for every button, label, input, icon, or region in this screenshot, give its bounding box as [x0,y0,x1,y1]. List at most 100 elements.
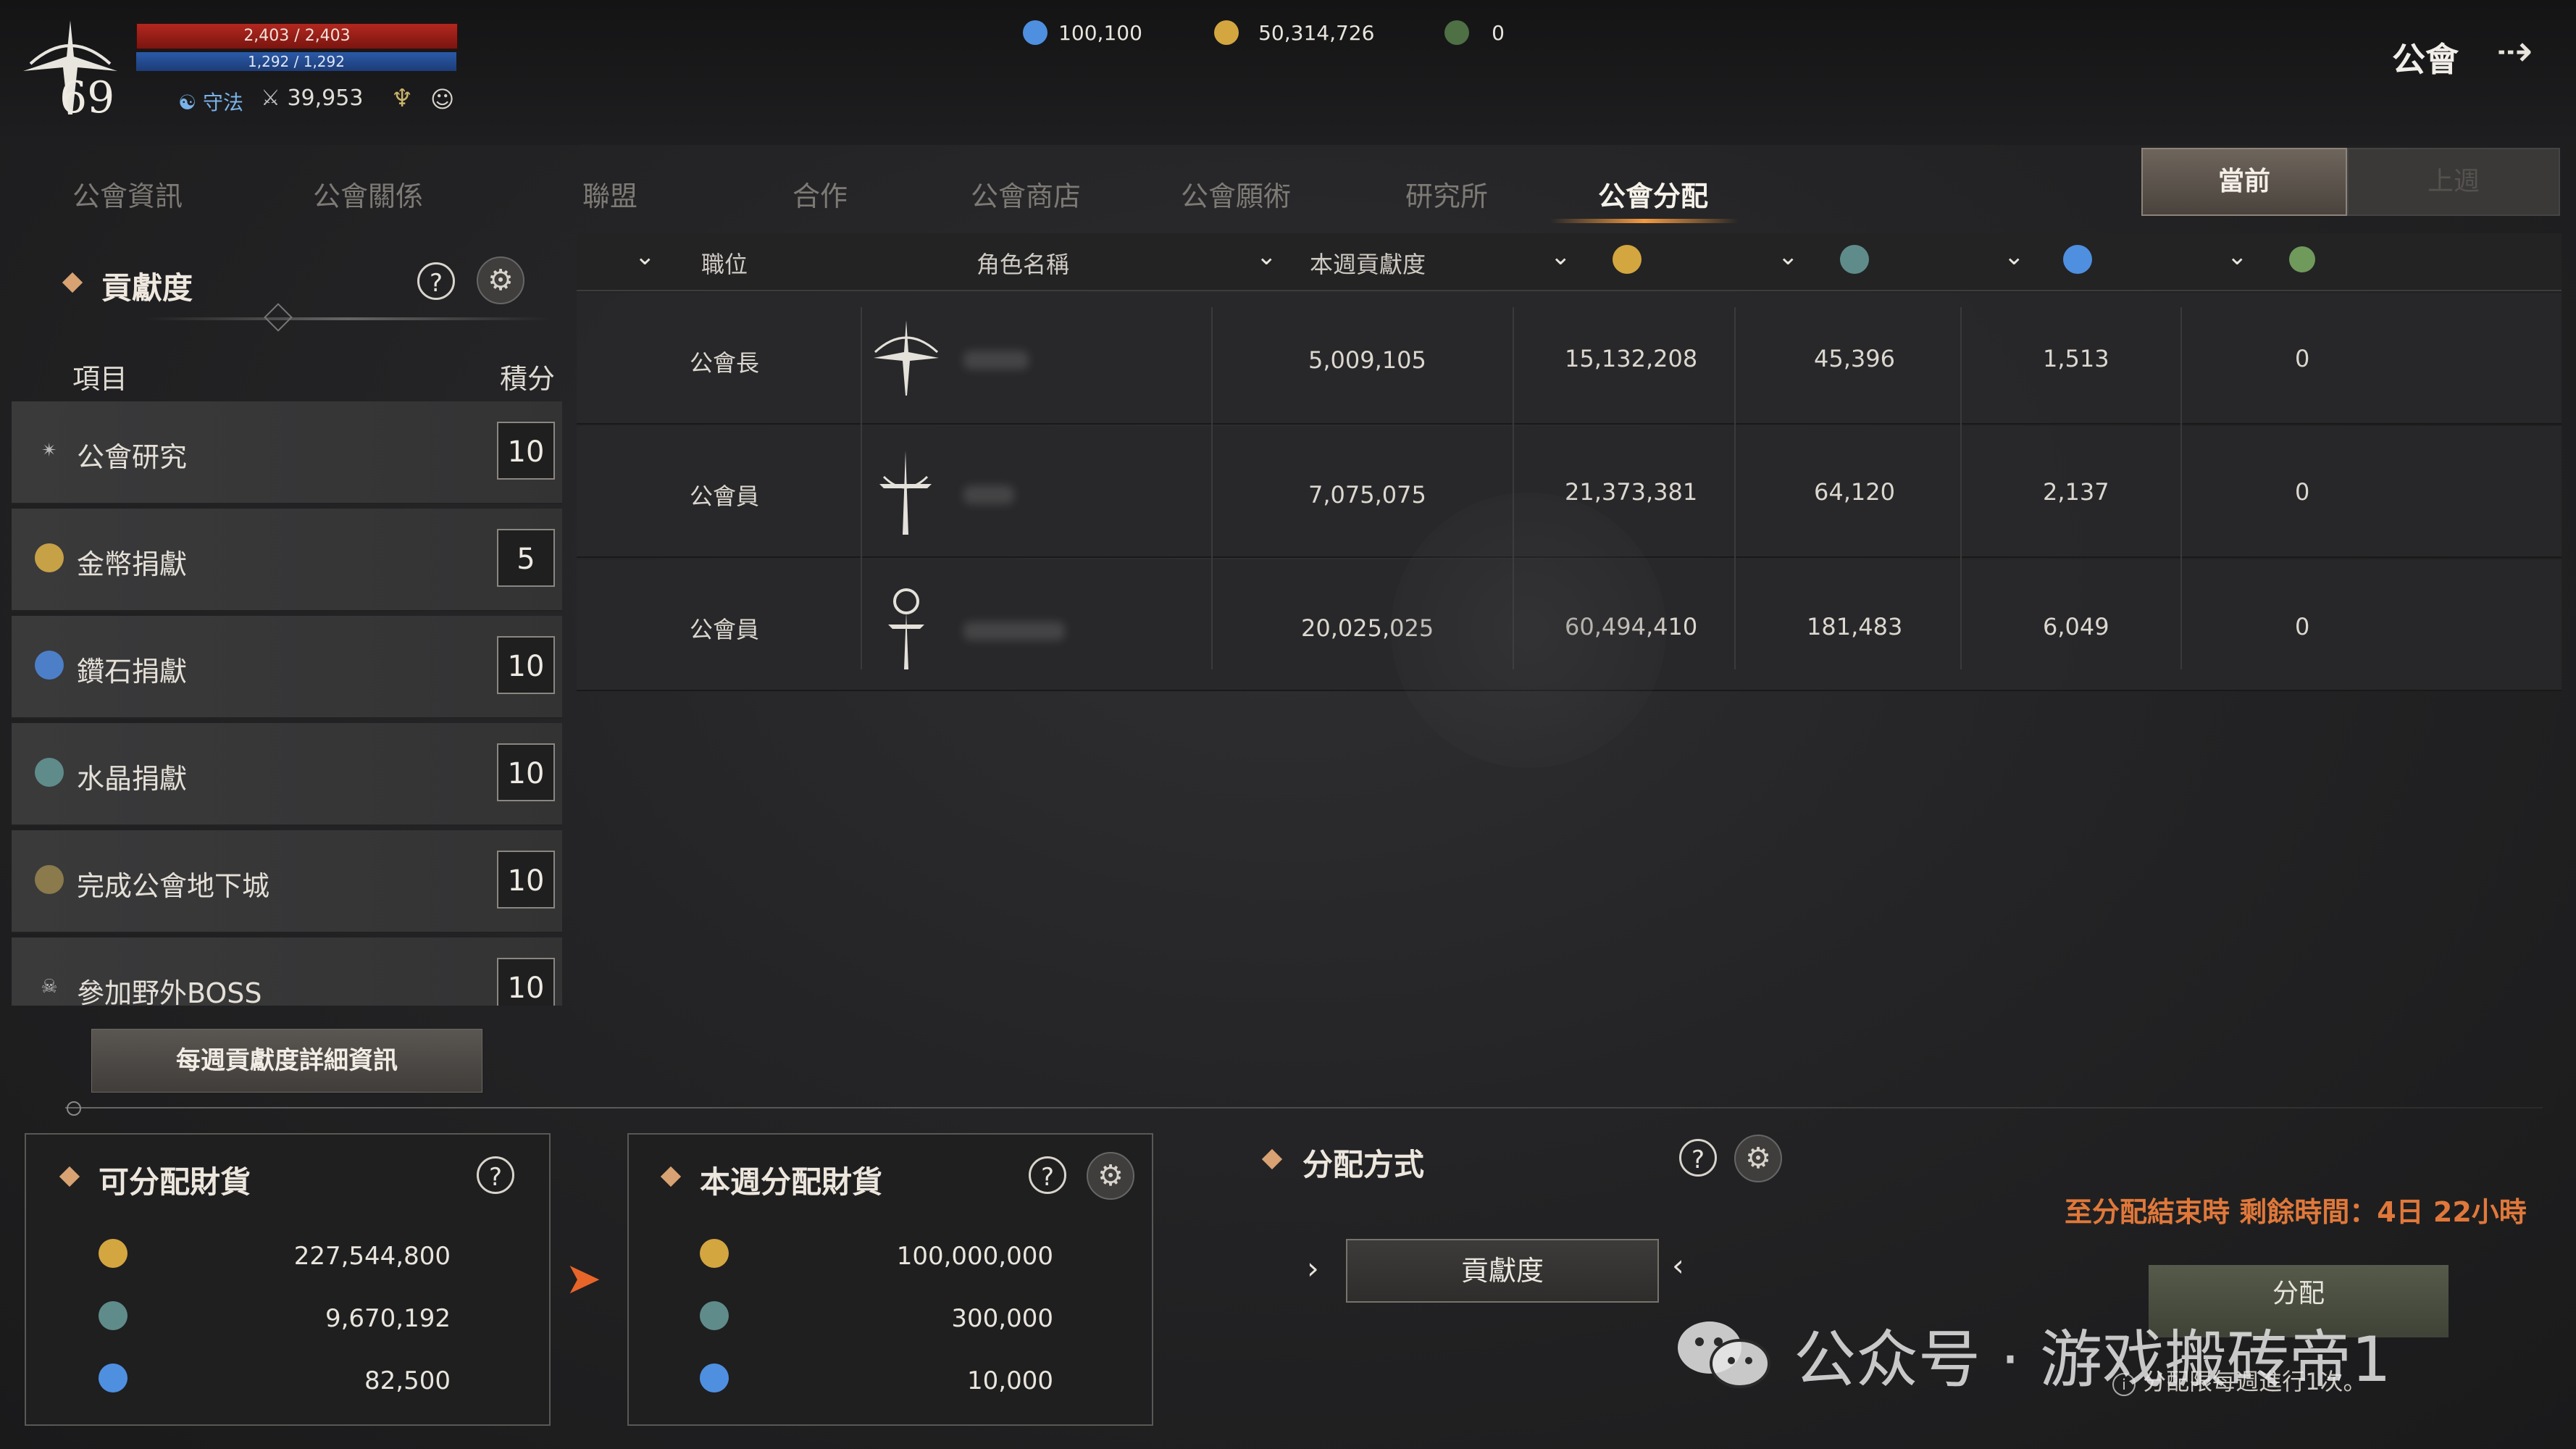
sort-rank-chevron-icon[interactable]: ⌄ [635,242,656,271]
emote-icon[interactable]: ☺ [430,85,454,113]
row-diamond: 2,137 [2043,478,2109,506]
diamond-icon [99,1364,127,1392]
contribution-list[interactable]: ✴ 公會研究 10 金幣捐獻 5 鑽石捐獻 10 水晶捐獻 10 完成公會地下城… [0,401,572,1006]
settings-gear-icon[interactable]: ⚙ [1734,1135,1782,1182]
row-gold: 21,373,381 [1565,478,1698,506]
tab-guild-distribution[interactable]: 公會分配 [1598,174,1708,214]
col-score-header: 積分 [500,363,556,395]
contribution-title: 貢獻度 [101,270,193,306]
distributable-title: 可分配財貨 [99,1164,251,1200]
crystal-icon [700,1301,729,1330]
sort-other-chevron-icon[interactable]: ⌄ [2227,242,2248,271]
diamond-icon [700,1364,729,1392]
list-item: 水晶捐獻 10 [12,723,562,826]
sort-crystal-chevron-icon[interactable]: ⌄ [1778,242,1799,271]
method-prev-arrow-icon[interactable]: › [1307,1250,1319,1286]
tab-cooperation[interactable]: 合作 [793,174,848,214]
mp-bar: 1,292 / 1,292 [136,52,456,71]
gold-coin-icon [99,1239,127,1268]
gold-coin-icon [1214,20,1239,45]
row-rank: 公會長 [690,349,760,377]
list-item: 金幣捐獻 5 [12,509,562,611]
help-button[interactable]: ? [477,1156,514,1194]
stance-icon: ☯ [178,91,204,114]
diamond-icon [2063,245,2092,274]
player-level: 69 [59,72,115,123]
weekly-contribution-detail-button[interactable]: 每週貢獻度詳細資訊 [91,1029,482,1093]
blue-diamond-icon [1023,20,1047,45]
tab-alliance[interactable]: 聯盟 [582,174,637,214]
row-contribution: 5,009,105 [1308,346,1426,374]
trophy-icon[interactable]: ♆ [391,84,413,113]
hp-bar: 2,403 / 2,403 [136,23,458,49]
research-icon: ✴ [41,440,57,462]
distributable-gold: 227,544,800 [293,1242,451,1271]
currency-diamond: 100,100 [1023,20,1142,45]
horizontal-divider [65,1107,2543,1108]
list-item: 完成公會地下城 10 [12,830,562,933]
help-button[interactable]: ? [1679,1139,1717,1177]
tab-guild-info[interactable]: 公會資訊 [72,174,183,214]
transfer-arrow-icon: ➤ [565,1253,602,1304]
current-week-button[interactable]: 當前 [2141,148,2347,216]
green-gem-icon [2289,246,2315,272]
col-rank-header: 職位 [701,251,748,278]
col-name-header: 角色名稱 [977,251,1070,278]
combat-power: ⚔ 39,953 [261,85,364,111]
help-button[interactable]: ? [1029,1156,1066,1194]
tab-guild-wish[interactable]: 公會願術 [1181,174,1291,214]
gold-coin-icon [35,543,64,572]
method-next-arrow-icon[interactable]: ‹ [1672,1248,1684,1283]
row-gold: 15,132,208 [1565,345,1698,372]
gold-coin-icon [1613,245,1642,274]
weekly-crystal: 300,000 [951,1304,1053,1333]
currency-green: 0 [1444,20,1505,45]
tab-guild-shop[interactable]: 公會商店 [971,174,1081,214]
class-icon [869,448,942,538]
column-divider [861,307,862,669]
guild-title: 公會 [2392,40,2459,79]
divider-circle-icon [67,1101,81,1116]
column-divider [2180,307,2182,669]
method-selector[interactable]: 貢獻度 [1346,1239,1659,1303]
col-item-header: 項目 [72,363,128,395]
remaining-time: 至分配結束時 剩餘時間：4日 22小時 [2065,1196,2527,1228]
settings-gear-icon[interactable]: ⚙ [1087,1152,1134,1200]
method-title: 分配方式 [1302,1147,1425,1182]
gold-coin-icon [700,1239,729,1268]
list-item: ✴ 公會研究 10 [12,401,562,504]
col-contribution-header: 本週貢獻度 [1310,251,1426,278]
column-divider [1734,307,1736,669]
character-name-blurred [963,485,1014,504]
row-crystal: 181,483 [1807,613,1903,640]
row-other: 0 [2295,345,2310,372]
green-gem-icon [1444,20,1469,45]
tab-guild-relations[interactable]: 公會關係 [313,174,423,214]
list-item: 鑽石捐獻 10 [12,616,562,719]
exit-arrow-icon[interactable]: ⇢ [2496,26,2533,77]
dungeon-icon [35,865,64,894]
title-diamond-icon [1261,1148,1283,1170]
row-contribution: 7,075,075 [1308,481,1426,509]
watermark-text: 公众号 · 游戏搬砖帝1 [1794,1324,2391,1396]
list-item: ☠ 參加野外BOSS 10 [12,938,562,1006]
sort-contribution-chevron-icon[interactable]: ⌄ [1256,242,1277,271]
help-button[interactable]: ? [417,262,455,300]
sort-diamond-chevron-icon[interactable]: ⌄ [2004,242,2025,271]
diamond-icon [35,651,64,680]
weekly-gold: 100,000,000 [896,1242,1053,1271]
row-diamond: 1,513 [2043,345,2109,372]
settings-gear-icon[interactable]: ⚙ [477,256,524,304]
row-rank: 公會員 [690,616,760,643]
row-other: 0 [2295,613,2310,640]
sort-gold-chevron-icon[interactable]: ⌄ [1550,242,1571,271]
row-rank: 公會員 [690,483,760,510]
tab-research-lab[interactable]: 研究所 [1405,174,1488,214]
stance-label: ☯ 守法 [178,91,244,114]
row-other: 0 [2295,478,2310,506]
last-week-button[interactable]: 上週 [2347,148,2560,216]
crystal-icon [99,1301,127,1330]
active-tab-indicator [1550,219,1739,223]
row-crystal: 64,120 [1814,478,1895,506]
row-crystal: 45,396 [1814,345,1895,372]
